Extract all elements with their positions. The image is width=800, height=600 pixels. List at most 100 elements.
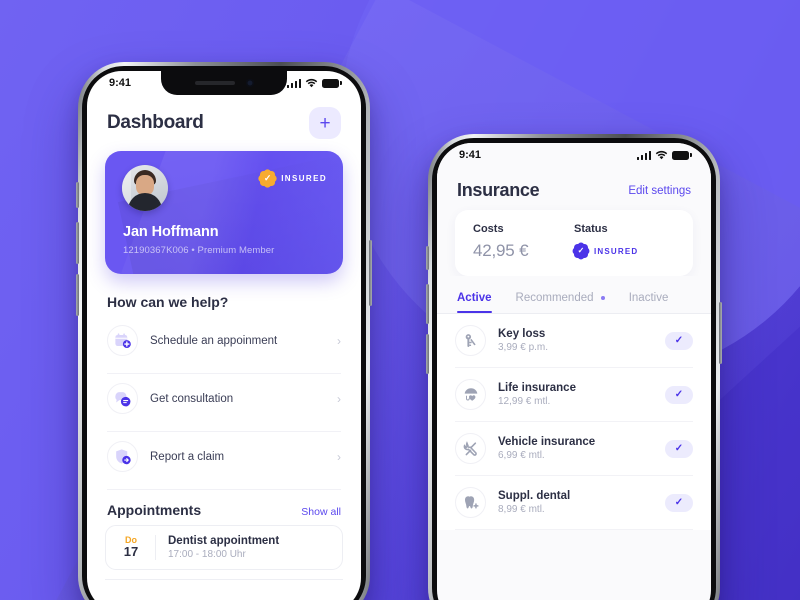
help-item-label: Get consultation: [150, 392, 234, 405]
insured-badge-label: INSURED: [281, 174, 327, 183]
phone-mockup-dashboard: 9:41 Dashboard + ✓ INSURED Jan Hoffmann …: [76, 62, 372, 600]
dashboard-header: Dashboard +: [87, 95, 361, 149]
cellular-bars-icon: [636, 150, 651, 160]
insurance-details: Life insurance 12,99 € mtl.: [498, 382, 653, 407]
insurance-active-toggle[interactable]: ✓: [665, 439, 693, 458]
insurance-price: 3,99 € p.m.: [498, 342, 549, 353]
insurance-screen: 9:41 Insurance Edit settings Costs 42,95…: [437, 143, 711, 600]
tooth-plus-icon: [455, 487, 486, 518]
insurance-name: Key loss: [498, 328, 546, 340]
insurance-price: 8,99 € mtl.: [498, 504, 545, 515]
phone-mute-switch: [76, 182, 79, 208]
insurance-row-suppl-dental[interactable]: Suppl. dental 8,99 € mtl. ✓: [437, 476, 711, 529]
chevron-right-icon: ›: [337, 391, 341, 406]
avatar-body: [128, 193, 162, 211]
insurance-details: Vehicle insurance 6,99 € mtl.: [498, 436, 653, 461]
tab-label: Inactive: [628, 292, 669, 304]
page-title: Dashboard: [107, 112, 204, 133]
insurance-name: Vehicle insurance: [498, 436, 596, 448]
insurance-details: Key loss 3,99 € p.m.: [498, 328, 653, 353]
phone-volume-up-button: [426, 284, 429, 324]
insurance-list: Key loss 3,99 € p.m. ✓ Life insurance 12…: [437, 314, 711, 530]
status-bar: 9:41: [437, 143, 711, 167]
tab-active[interactable]: Active: [457, 292, 492, 313]
divider: [455, 529, 693, 530]
insurance-name: Suppl. dental: [498, 490, 571, 502]
status-time: 9:41: [109, 77, 132, 89]
verified-seal-icon: ✓: [257, 167, 279, 190]
tab-inactive[interactable]: Inactive: [629, 292, 669, 313]
status-badge: ✓ INSURED: [571, 241, 675, 261]
status-value: INSURED: [594, 246, 639, 256]
chat-bubbles-icon: [107, 383, 138, 414]
insurance-row-key-loss[interactable]: Key loss 3,99 € p.m. ✓: [437, 314, 711, 367]
insurance-row-life-insurance[interactable]: Life insurance 12,99 € mtl. ✓: [437, 368, 711, 421]
phone-mockup-insurance: 9:41 Insurance Edit settings Costs 42,95…: [426, 134, 722, 600]
appointment-card[interactable]: Do 17 Dentist appointment 17:00 - 18:00 …: [105, 525, 343, 570]
costs-column: Costs 42,95 €: [473, 223, 574, 261]
umbrella-heart-icon: [455, 379, 486, 410]
status-time: 9:41: [459, 149, 482, 161]
insurance-active-toggle[interactable]: ✓: [665, 385, 693, 404]
help-item-label: Report a claim: [150, 450, 225, 463]
phone-power-button: [369, 240, 372, 306]
costs-label: Costs: [473, 223, 504, 235]
costs-value: 42,95 €: [473, 241, 529, 260]
insurance-price: 12,99 € mtl.: [498, 396, 551, 407]
battery-icon: [672, 150, 692, 160]
insurance-active-toggle[interactable]: ✓: [665, 331, 693, 350]
help-section-title: How can we help?: [107, 294, 229, 310]
user-name: Jan Hoffmann: [123, 224, 219, 240]
battery-icon: [322, 78, 342, 88]
user-profile-card[interactable]: ✓ INSURED Jan Hoffmann 12190367K006 • Pr…: [105, 151, 343, 274]
appointment-details: Dentist appointment 17:00 - 18:00 Uhr: [168, 535, 279, 560]
phone-volume-down-button: [76, 274, 79, 316]
status-label: Status: [574, 223, 608, 235]
cellular-bars-icon: [286, 78, 301, 88]
insurance-price: 6,99 € mtl.: [498, 450, 545, 461]
status-icons: [286, 78, 342, 88]
shield-report-icon: [107, 441, 138, 472]
appointment-next-divider: [105, 579, 343, 580]
status-bar: 9:41: [87, 71, 361, 95]
calendar-add-icon: [107, 325, 138, 356]
insurance-header: Insurance Edit settings: [437, 167, 711, 210]
appointments-title: Appointments: [107, 502, 202, 518]
show-all-link[interactable]: Show all: [301, 506, 341, 518]
help-item-get-consultation[interactable]: Get consultation ›: [87, 374, 361, 423]
appointment-title: Dentist appointment: [168, 535, 280, 547]
dashboard-screen: 9:41 Dashboard + ✓ INSURED Jan Hoffmann …: [87, 71, 361, 600]
phone-volume-up-button: [76, 222, 79, 264]
status-column: Status ✓ INSURED: [571, 223, 675, 261]
chevron-right-icon: ›: [337, 449, 341, 464]
edit-settings-link[interactable]: Edit settings: [628, 185, 691, 197]
wifi-icon: [655, 150, 668, 160]
add-button[interactable]: +: [309, 107, 341, 139]
keys-icon: [455, 325, 486, 356]
appointments-header: Appointments Show all: [87, 490, 361, 525]
insurance-summary-card: Costs 42,95 € Status ✓ INSURED: [455, 210, 693, 276]
phone-volume-down-button: [426, 334, 429, 374]
appointment-date: Do 17: [119, 535, 143, 559]
help-item-label: Schedule an appoinment: [150, 334, 278, 347]
wifi-icon: [305, 78, 318, 88]
page-title: Insurance: [457, 180, 540, 200]
tab-recommended[interactable]: Recommended: [516, 292, 605, 313]
tab-label: Active: [457, 292, 492, 304]
tab-label: Recommended: [515, 292, 594, 304]
insurance-active-toggle[interactable]: ✓: [665, 493, 693, 512]
appointment-time: 17:00 - 18:00 Uhr: [168, 549, 246, 560]
appointment-day-number: 17: [123, 544, 139, 560]
help-item-schedule-appointment[interactable]: Schedule an appoinment ›: [87, 316, 361, 365]
user-subtitle: 12190367K006 • Premium Member: [123, 245, 275, 256]
help-item-report-claim[interactable]: Report a claim ›: [87, 432, 361, 481]
insurance-row-vehicle-insurance[interactable]: Vehicle insurance 6,99 € mtl. ✓: [437, 422, 711, 475]
insurance-name: Life insurance: [498, 382, 576, 394]
chevron-right-icon: ›: [337, 333, 341, 348]
insurance-details: Suppl. dental 8,99 € mtl.: [498, 490, 653, 515]
divider: [155, 535, 156, 560]
avatar: [122, 165, 168, 211]
status-icons: [636, 150, 692, 160]
notification-dot-badge: [600, 295, 605, 300]
verified-seal-icon: ✓: [571, 241, 591, 261]
